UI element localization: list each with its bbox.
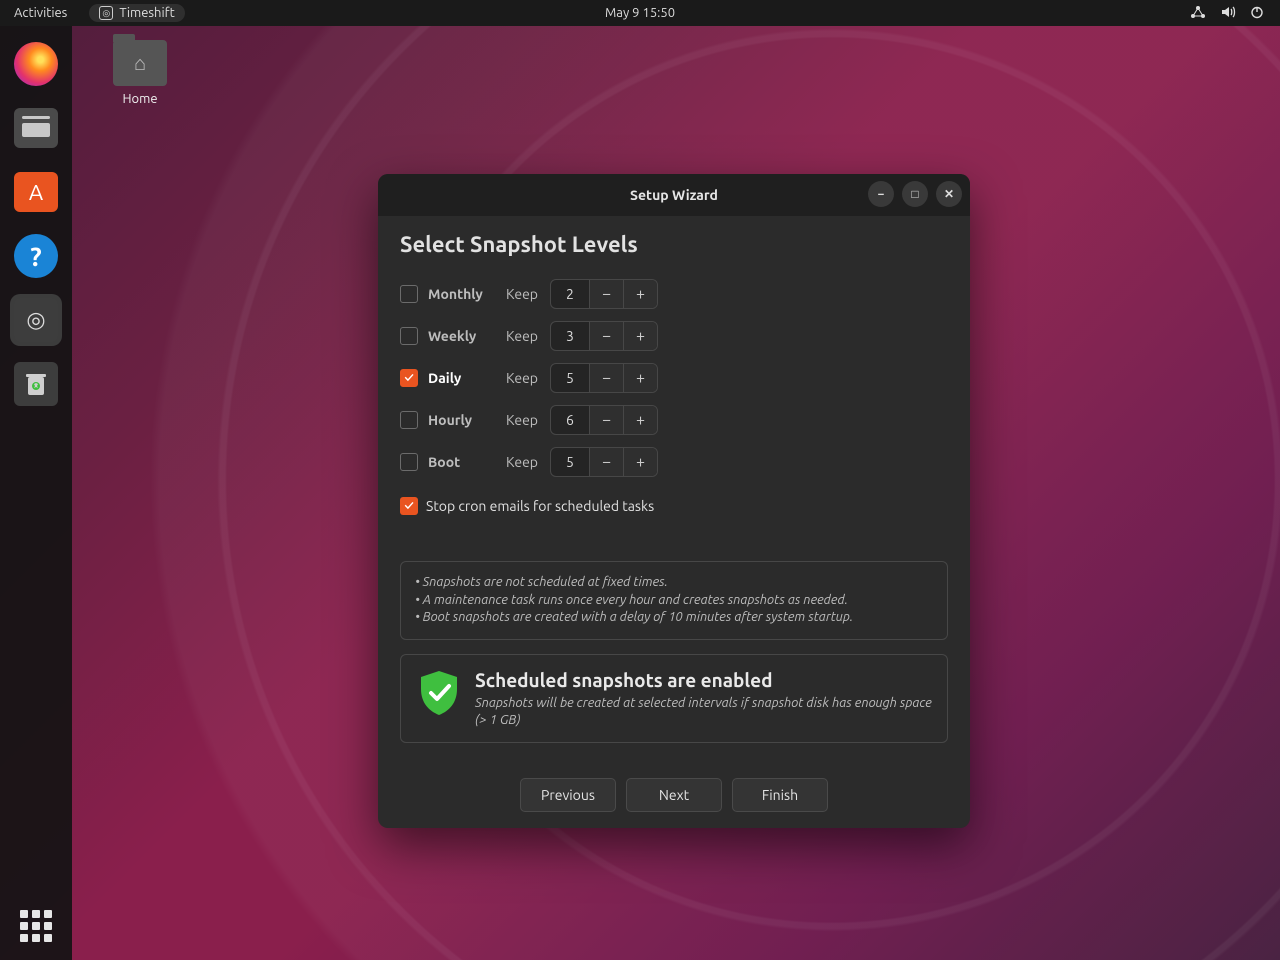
volume-icon[interactable] — [1220, 5, 1236, 22]
keep-label-boot: Keep — [506, 454, 550, 470]
note-line-3: • Boot snapshots are created with a dela… — [415, 609, 933, 627]
help-icon: ? — [14, 234, 58, 278]
dock: A ? ◎ — [0, 26, 72, 960]
inc-weekly[interactable]: + — [623, 321, 657, 351]
dock-firefox[interactable] — [10, 38, 62, 90]
finish-button[interactable]: Finish — [732, 778, 828, 812]
inc-monthly[interactable]: + — [623, 279, 657, 309]
window-titlebar[interactable]: Setup Wizard − □ ✕ — [378, 174, 970, 216]
status-body: Snapshots will be created at selected in… — [475, 695, 933, 729]
network-icon[interactable] — [1190, 5, 1206, 22]
timeshift-icon: ◎ — [99, 6, 113, 20]
status-title: Scheduled snapshots are enabled — [475, 669, 933, 691]
window-title: Setup Wizard — [630, 187, 718, 203]
level-row-daily: ✓ Daily Keep − + — [400, 357, 948, 399]
desktop-home-folder[interactable]: ⌂ Home — [104, 40, 176, 106]
dock-software[interactable]: A — [10, 166, 62, 218]
keep-label-weekly: Keep — [506, 328, 550, 344]
value-monthly[interactable] — [551, 286, 589, 302]
wizard-nav: Previous Next Finish — [378, 778, 970, 812]
spinner-monthly: − + — [550, 279, 658, 309]
label-daily: Daily — [428, 370, 506, 386]
spinner-hourly: − + — [550, 405, 658, 435]
dec-monthly[interactable]: − — [589, 279, 623, 309]
dock-files[interactable] — [10, 102, 62, 154]
window-maximize[interactable]: □ — [902, 181, 928, 207]
dock-trash[interactable] — [10, 358, 62, 410]
window-close[interactable]: ✕ — [936, 181, 962, 207]
shield-check-icon — [417, 669, 461, 717]
checkbox-monthly[interactable] — [400, 285, 418, 303]
software-icon: A — [14, 172, 58, 212]
firefox-icon — [14, 42, 58, 86]
value-boot[interactable] — [551, 454, 589, 470]
value-daily[interactable] — [551, 370, 589, 386]
checkbox-hourly[interactable] — [400, 411, 418, 429]
topbar-app-name: Timeshift — [119, 6, 174, 20]
dec-weekly[interactable]: − — [589, 321, 623, 351]
checkbox-stop-cron[interactable]: ✓ — [400, 497, 418, 515]
show-apps-button[interactable] — [20, 910, 52, 942]
level-row-hourly: Hourly Keep − + — [400, 399, 948, 441]
keep-label-monthly: Keep — [506, 286, 550, 302]
notes-panel: • Snapshots are not scheduled at fixed t… — [400, 561, 948, 640]
inc-boot[interactable]: + — [623, 447, 657, 477]
trash-icon — [14, 362, 58, 406]
inc-daily[interactable]: + — [623, 363, 657, 393]
keep-label-daily: Keep — [506, 370, 550, 386]
label-weekly: Weekly — [428, 328, 506, 344]
timeshift-app-icon: ◎ — [14, 298, 58, 342]
label-hourly: Hourly — [428, 412, 506, 428]
page-heading: Select Snapshot Levels — [400, 232, 948, 257]
desktop-home-label: Home — [104, 92, 176, 106]
window-content: Select Snapshot Levels Monthly Keep − + … — [378, 216, 970, 757]
stop-cron-label: Stop cron emails for scheduled tasks — [426, 498, 654, 514]
note-line-2: • A maintenance task runs once every hou… — [415, 592, 933, 610]
folder-icon: ⌂ — [113, 40, 167, 86]
spinner-daily: − + — [550, 363, 658, 393]
dock-timeshift[interactable]: ◎ — [10, 294, 62, 346]
files-icon — [14, 108, 58, 148]
activities-button[interactable]: Activities — [0, 6, 81, 20]
label-monthly: Monthly — [428, 286, 506, 302]
keep-label-hourly: Keep — [506, 412, 550, 428]
clock[interactable]: May 9 15:50 — [605, 6, 675, 20]
topbar-app-indicator[interactable]: ◎ Timeshift — [89, 4, 184, 22]
stop-cron-row: ✓ Stop cron emails for scheduled tasks — [400, 497, 948, 515]
value-weekly[interactable] — [551, 328, 589, 344]
window-minimize[interactable]: − — [868, 181, 894, 207]
value-hourly[interactable] — [551, 412, 589, 428]
level-row-boot: Boot Keep − + — [400, 441, 948, 483]
status-panel: Scheduled snapshots are enabled Snapshot… — [400, 654, 948, 744]
checkbox-boot[interactable] — [400, 453, 418, 471]
previous-button[interactable]: Previous — [520, 778, 616, 812]
power-icon[interactable] — [1250, 5, 1264, 22]
next-button[interactable]: Next — [626, 778, 722, 812]
checkbox-weekly[interactable] — [400, 327, 418, 345]
spinner-boot: − + — [550, 447, 658, 477]
dock-help[interactable]: ? — [10, 230, 62, 282]
top-bar: Activities ◎ Timeshift May 9 15:50 — [0, 0, 1280, 26]
inc-hourly[interactable]: + — [623, 405, 657, 435]
dec-hourly[interactable]: − — [589, 405, 623, 435]
level-row-weekly: Weekly Keep − + — [400, 315, 948, 357]
dec-boot[interactable]: − — [589, 447, 623, 477]
setup-wizard-window: Setup Wizard − □ ✕ Select Snapshot Level… — [378, 174, 970, 828]
dec-daily[interactable]: − — [589, 363, 623, 393]
spinner-weekly: − + — [550, 321, 658, 351]
label-boot: Boot — [428, 454, 506, 470]
checkbox-daily[interactable]: ✓ — [400, 369, 418, 387]
level-row-monthly: Monthly Keep − + — [400, 273, 948, 315]
note-line-1: • Snapshots are not scheduled at fixed t… — [415, 574, 933, 592]
